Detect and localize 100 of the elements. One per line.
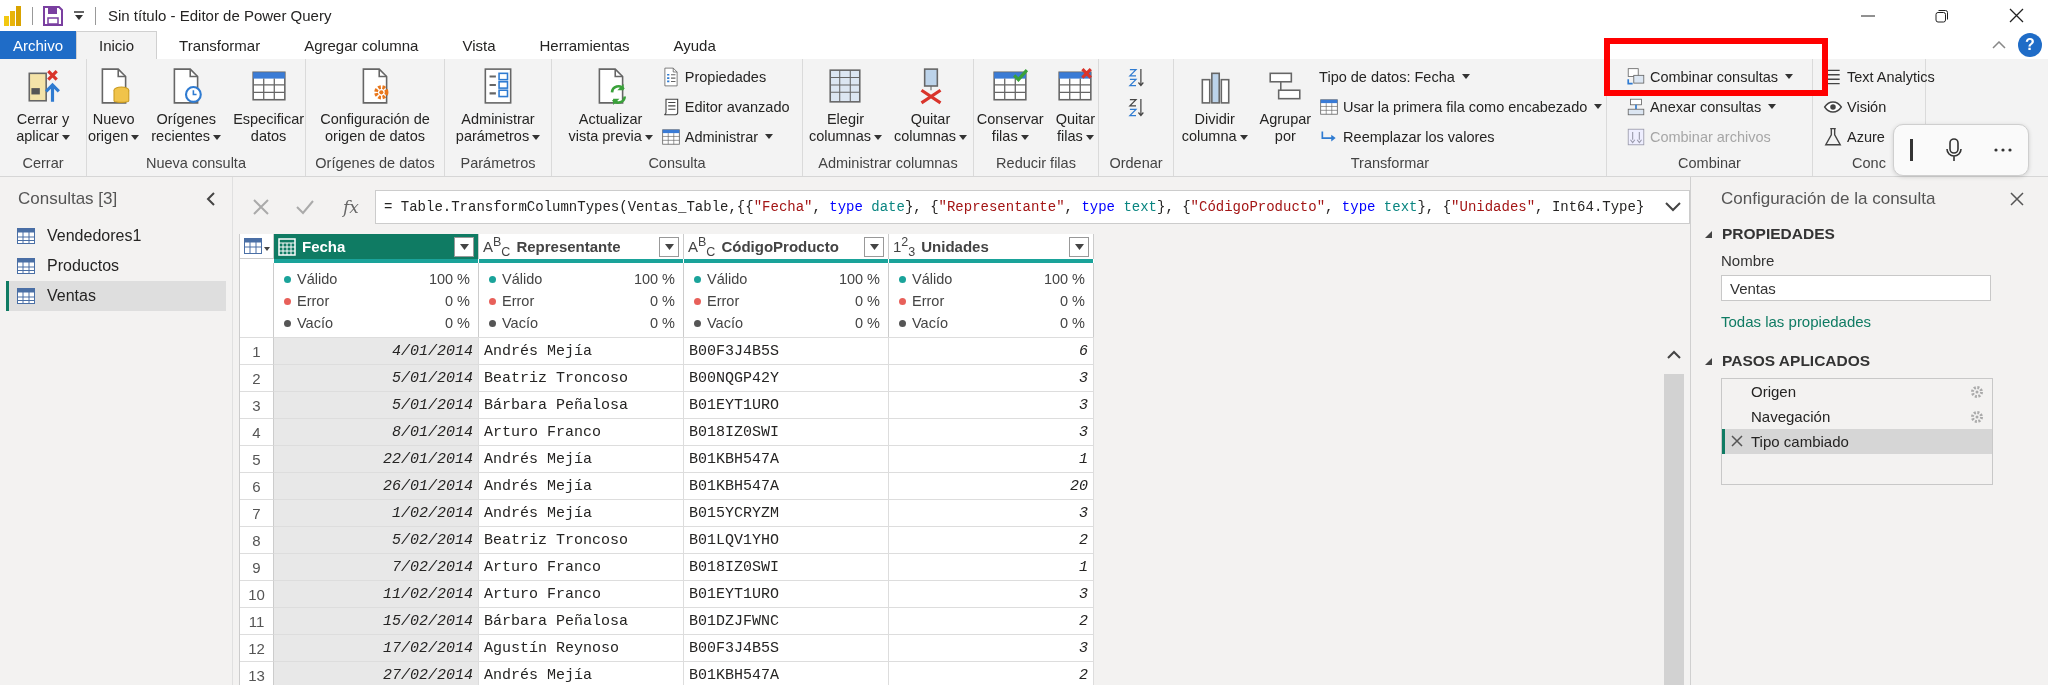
filter-button[interactable] [454,236,474,257]
properties-link[interactable]: Todas las propiedades [1721,313,1872,330]
table-cell: B00F3J4B5S [684,634,889,661]
file-tab[interactable]: Archivo [0,31,77,59]
chevron-up-icon[interactable] [1667,349,1681,359]
help-button[interactable]: ? [2018,33,2042,57]
ribbon-button[interactable]: Administrar parámetros [451,65,545,152]
quality-label: Vacío [707,315,744,331]
table-icon [17,258,35,274]
ribbon-tab[interactable]: Ayuda [651,31,738,59]
quality-value: 0 % [445,293,470,309]
calendar-icon [278,237,296,256]
triangle-icon[interactable] [1705,357,1712,365]
ribbon-button[interactable]: Nuevo origen [83,65,144,152]
group-label: Transformar [1349,154,1431,173]
step-item[interactable]: Origen [1722,379,1992,404]
table-cell: 3 [889,364,1094,391]
quality-value: 100 % [838,271,880,287]
ribbon-button[interactable]: Configuración de origen de datos [316,65,434,152]
minimize-icon[interactable] [1861,14,1875,17]
filter-button[interactable] [1069,236,1089,257]
ribbon-button[interactable]: Administrar [660,126,790,147]
ribbon-button[interactable]: Dividir columna [1177,65,1252,152]
microphone-icon[interactable] [1946,138,1962,162]
ribbon-button[interactable]: Cerrar y aplicar [12,65,74,152]
table-cell: Bárbara Peñalosa [479,391,684,418]
table-cell: B00NQGP42Y [684,364,889,391]
ribbon-button[interactable]: Quitar filas [1051,65,1100,152]
more-icon[interactable] [1994,148,2012,152]
name-field[interactable]: Ventas [1721,275,1991,301]
append-icon [1625,96,1646,117]
caret-icon [869,243,879,250]
table-cell: Arturo Franco [479,418,684,445]
flask-icon [1823,126,1843,147]
ribbon-tab[interactable]: Agregar columna [282,31,441,59]
ribbon-button[interactable]: Quitar columnas [890,65,972,152]
ribbon-button[interactable]: Combinar consultas [1625,66,1794,87]
table-menu-icon[interactable] [243,238,270,254]
quality-label: Válido [912,271,954,287]
table-cell: 4/01/2014 [274,337,479,364]
panel-title: Consultas [3] [18,189,118,209]
query-item[interactable]: Productos [6,251,226,281]
group-label: Ordenar [1108,154,1164,173]
save-icon[interactable] [43,5,63,26]
table-icon [17,228,35,244]
quality-value: 0 % [855,315,880,331]
table-cell: 27/02/2014 [274,661,479,685]
ribbon-button[interactable]: Orígenes recientes [147,65,226,152]
ribbon-button[interactable]: Especificar datos [229,65,309,152]
column-name: Representante [516,238,622,255]
table-cell: B01KBH547A [684,472,889,499]
ribbon-button[interactable]: Actualizar vista previa [564,65,657,152]
function-label[interactable]: fx [327,197,375,217]
ribbon-button[interactable]: Agrupar por [1255,65,1316,152]
ribbon-button[interactable]: Conservar filas [972,65,1048,152]
group-label: Nueva consulta [145,154,247,173]
formula-field[interactable]: = Table.TransformColumnTypes(Ventas_Table,{{"Fecha", type date}, {"Representante", type text}, {"CódigoProducto", type text}, {"Unidades", Int64.Type} [375,190,1690,224]
restore-icon[interactable] [1935,8,1949,23]
ribbon-button[interactable]: Elegir columnas [804,65,886,152]
filter-button[interactable] [864,236,884,257]
table-cell: 3 [889,634,1094,661]
table-cell: 3 [889,499,1094,526]
expand-icon[interactable] [1665,202,1681,212]
quality-label: Error [912,293,946,309]
close-icon[interactable] [2008,8,2024,23]
quality-value: 100 % [633,271,675,287]
close-icon[interactable] [2010,192,2024,206]
ribbon-tab[interactable]: Inicio [76,31,158,59]
caret-icon [664,243,674,250]
ribbon-tab[interactable]: Herramientas [517,31,652,59]
ribbon-button[interactable]: Propiedades [660,66,790,87]
delete-icon[interactable] [1731,435,1743,447]
table-cell: 1/02/2014 [274,499,479,526]
ribbon-button[interactable]: Tipo de datos: Fecha [1319,66,1603,87]
ribbon-button[interactable]: Text Analytics [1823,66,1935,87]
text-cursor-icon[interactable] [1910,139,1914,161]
table-cell: B00F3J4B5S [684,337,889,364]
table-cell: B01DZJFWNC [684,607,889,634]
query-item[interactable]: Ventas [6,281,226,311]
quality-value: 0 % [650,293,675,309]
quality-label: Vacío [912,315,949,331]
step-item[interactable]: Tipo cambiado [1722,429,1992,454]
filter-button[interactable] [659,236,679,257]
query-item[interactable]: Vendedores1 [6,221,226,251]
column-header[interactable]: Fecha [274,234,479,259]
ribbon-button[interactable]: Usar la primera fila como encabezado [1319,96,1603,117]
quality-value: 0 % [855,293,880,309]
ribbon-tab[interactable]: Vista [440,31,518,59]
ribbon-button[interactable]: Visión [1823,96,1935,117]
caret-icon[interactable] [73,10,85,21]
ribbon-tab[interactable]: Transformar [157,31,283,59]
ribbon-button[interactable]: Reemplazar los valores [1319,126,1603,147]
collapse-icon[interactable] [206,192,216,206]
ribbon-button[interactable]: Editor avanzado [660,96,790,117]
section-heading: PASOS APLICADOS [1722,352,1871,370]
table-cell: 26/01/2014 [274,472,479,499]
step-item[interactable]: Navegación [1722,404,1992,429]
table-cell: B015YCRYZM [684,499,889,526]
ribbon-button[interactable]: Anexar consultas [1625,96,1794,117]
triangle-icon[interactable] [1705,230,1712,238]
